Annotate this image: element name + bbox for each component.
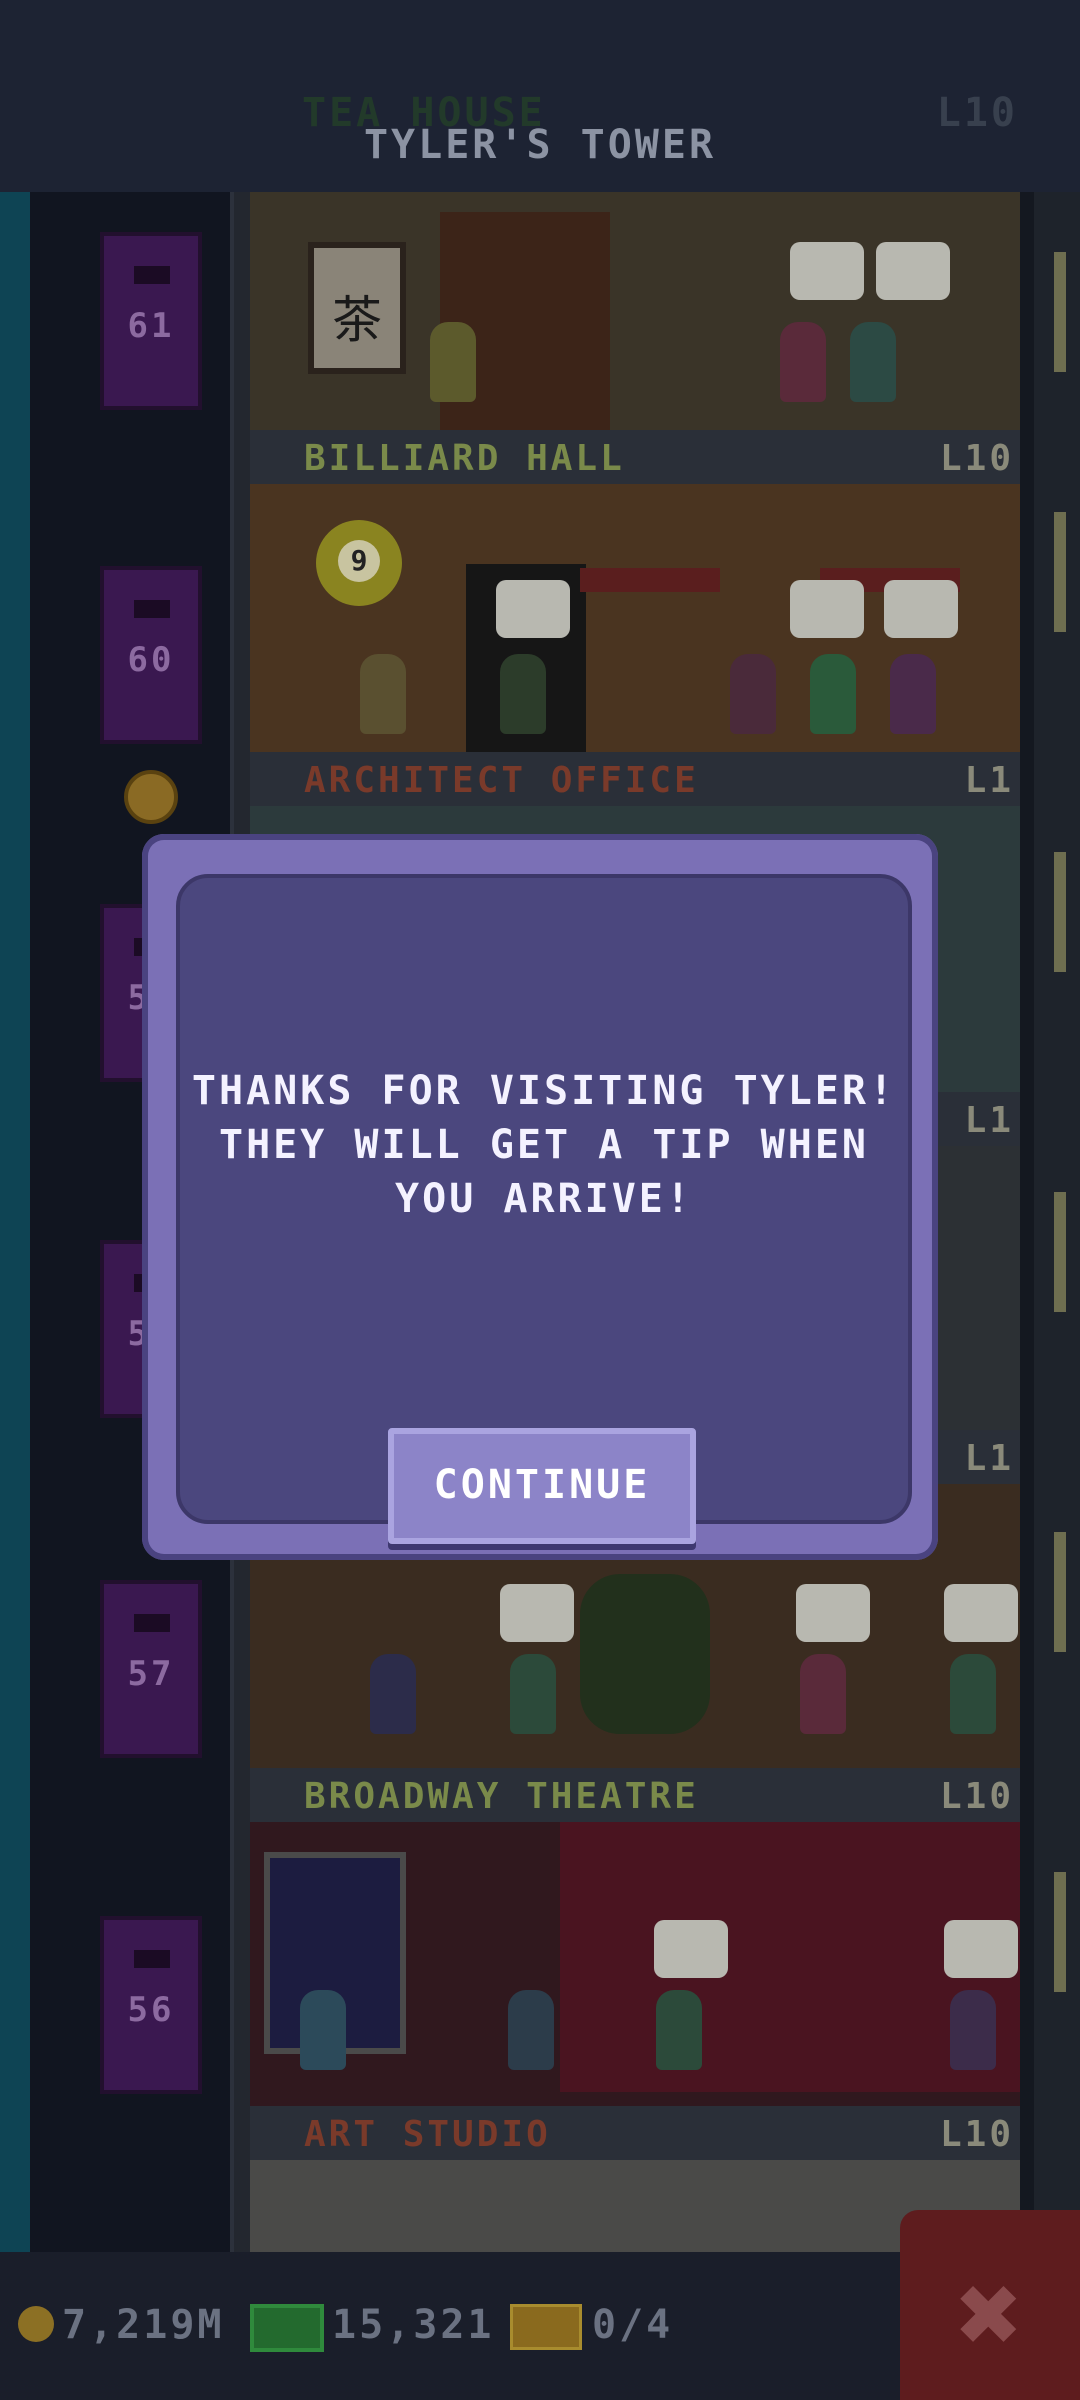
- floor-level: L1: [964, 760, 1014, 801]
- floor-tea-house[interactable]: 茶: [250, 192, 1020, 432]
- person[interactable]: [950, 1990, 996, 2070]
- floor-name: BROADWAY THEATRE: [304, 1776, 699, 1817]
- person[interactable]: [950, 1654, 996, 1734]
- window-bar: [1054, 512, 1066, 632]
- person[interactable]: [430, 322, 476, 402]
- thought-bubble: [884, 580, 958, 638]
- bat-icon: [134, 1950, 170, 1968]
- thought-bubble: [500, 1584, 574, 1642]
- floor-label-broadway-theatre: BROADWAY THEATRE L10: [250, 1768, 1020, 1822]
- tower-bux-icon: [250, 2304, 324, 2352]
- thought-bubble: [654, 1920, 728, 1978]
- thought-bubble: [876, 242, 950, 300]
- coins-count: 7,219M: [62, 2302, 225, 2348]
- bat-icon: [134, 1614, 170, 1632]
- ticket-icon: [510, 2304, 582, 2350]
- person[interactable]: [360, 654, 406, 734]
- visit-message-line: THEY WILL GET A TIP WHEN: [219, 1122, 869, 1168]
- person[interactable]: [300, 1990, 346, 2070]
- tower-header: TEA HOUSE L10 TYLER'S TOWER: [0, 0, 1080, 192]
- floor-level: L10: [939, 2114, 1014, 2155]
- person[interactable]: [780, 322, 826, 402]
- thought-bubble: [496, 580, 570, 638]
- person[interactable]: [730, 654, 776, 734]
- elevator-floor-57[interactable]: 57: [100, 1580, 202, 1758]
- window-bar: [1054, 1532, 1066, 1652]
- elevator-floor-60[interactable]: 60: [100, 566, 202, 744]
- continue-button-label: CONTINUE: [433, 1462, 651, 1508]
- elevator-floor-61[interactable]: 61: [100, 232, 202, 410]
- bat-icon: [134, 266, 170, 284]
- floor-label-architect-office: ARCHITECT OFFICE L1: [250, 752, 1020, 806]
- coin-icon: [18, 2306, 54, 2342]
- person[interactable]: [890, 654, 936, 734]
- tickets-count: 0/4: [592, 2302, 674, 2348]
- thought-bubble: [790, 580, 864, 638]
- tower-title: TYLER'S TOWER: [363, 122, 717, 168]
- floor-name: BILLIARD HALL: [304, 438, 625, 479]
- person[interactable]: [370, 1654, 416, 1734]
- visit-message-line: THANKS FOR VISITING TYLER!: [191, 1068, 897, 1114]
- billiard-ball-9: 9: [316, 520, 402, 606]
- person[interactable]: [500, 654, 546, 734]
- floor-level: L10: [939, 438, 1014, 479]
- floor-name: ART STUDIO: [304, 2114, 551, 2155]
- visit-message: THANKS FOR VISITING TYLER! THEY WILL GET…: [180, 1064, 908, 1226]
- thought-bubble: [944, 1584, 1018, 1642]
- close-icon: ✖: [956, 2250, 1024, 2378]
- floor-level: L1: [964, 1100, 1014, 1141]
- potted-plant: [580, 1574, 710, 1734]
- floor-level: L10: [939, 1776, 1014, 1817]
- person[interactable]: [510, 1654, 556, 1734]
- person[interactable]: [800, 1654, 846, 1734]
- floor-broadway-theatre[interactable]: [250, 1822, 1020, 2112]
- tower-bux-count: 15,321: [332, 2302, 495, 2348]
- pool-table-lamp: [580, 568, 720, 592]
- left-background-strip: [0, 192, 30, 2252]
- thought-bubble: [796, 1584, 870, 1642]
- window-bar: [1054, 252, 1066, 372]
- window-bar: [1054, 1192, 1066, 1312]
- visit-dialog-panel: THANKS FOR VISITING TYLER! THEY WILL GET…: [176, 874, 912, 1544]
- person[interactable]: [810, 654, 856, 734]
- person[interactable]: [656, 1990, 702, 2070]
- close-button[interactable]: ✖: [900, 2210, 1080, 2400]
- floor-name: ARCHITECT OFFICE: [304, 760, 699, 801]
- person[interactable]: [850, 322, 896, 402]
- thought-bubble: [790, 242, 864, 300]
- window-bar: [1054, 852, 1066, 972]
- floor-label-billiard-hall: BILLIARD HALL L10: [250, 430, 1020, 484]
- visit-message-line: YOU ARRIVE!: [395, 1176, 693, 1222]
- window-bar: [1054, 1872, 1066, 1992]
- bat-icon: [134, 600, 170, 618]
- floor-label-art-studio: ART STUDIO L10: [250, 2106, 1020, 2160]
- floor-billiard-hall[interactable]: 9: [250, 484, 1020, 754]
- thought-bubble: [944, 1920, 1018, 1978]
- floor-level: L1: [964, 1438, 1014, 1479]
- visit-dialog: THANKS FOR VISITING TYLER! THEY WILL GET…: [142, 834, 938, 1560]
- star-icon: [124, 770, 178, 824]
- continue-button[interactable]: CONTINUE: [388, 1428, 696, 1544]
- tea-scroll: 茶: [308, 242, 406, 374]
- elevator-floor-56[interactable]: 56: [100, 1916, 202, 2094]
- right-background-strip: [1034, 192, 1080, 2252]
- person[interactable]: [508, 1990, 554, 2070]
